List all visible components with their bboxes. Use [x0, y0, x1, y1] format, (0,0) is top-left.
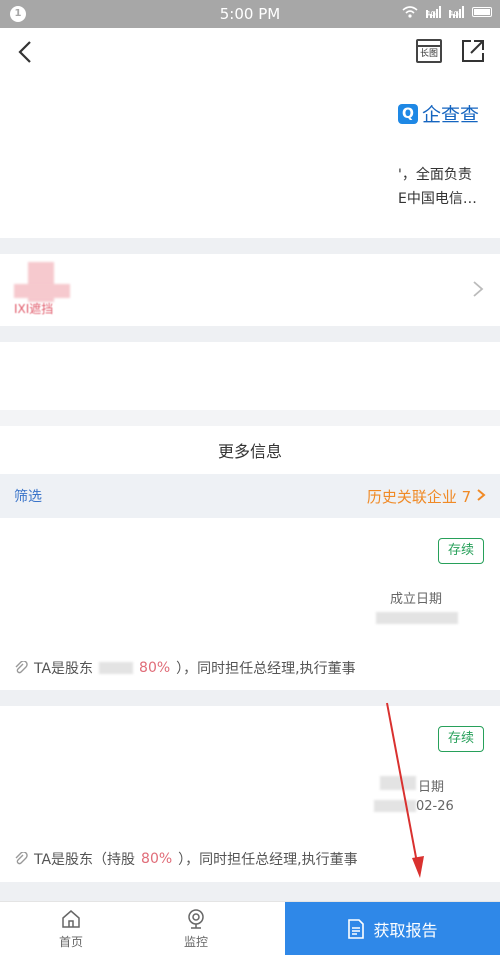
filter-bar: 筛选 历史关联企业 7: [0, 474, 500, 518]
founded-date-label: 成立日期: [390, 592, 443, 607]
divider: [0, 238, 500, 254]
qichacha-logo-icon: Q: [398, 103, 418, 124]
founded-date-label: 日期: [418, 780, 445, 795]
bottom-tab-bar: 首页 监控 获取报告: [0, 901, 500, 955]
status-badge: 存续: [438, 538, 484, 564]
founded-date-value: 02-26: [416, 799, 454, 814]
divider: [0, 410, 500, 426]
get-report-button[interactable]: 获取报告: [285, 902, 500, 955]
signal-icon-2: 4G: [449, 6, 464, 18]
paperclip-icon: [15, 661, 28, 674]
intro-line-1: '，全面负责: [398, 167, 472, 183]
blurred-date: [376, 612, 458, 624]
share-icon[interactable]: [460, 38, 486, 64]
blurred-text: [380, 776, 416, 790]
company-card[interactable]: 存续 日期 02-26 TA是股东（持股 80% ），同时担任总经理,执行董事: [0, 706, 500, 882]
relation-text: TA是股东（持股 80% ），同时担任总经理,执行董事: [14, 849, 358, 869]
signal-icon: 4G: [426, 6, 441, 18]
person-row[interactable]: IXI遮挡: [0, 254, 500, 326]
brand-logo: Q 企查查: [398, 100, 479, 127]
battery-icon: [472, 7, 492, 17]
blurred-text: [99, 662, 134, 674]
divider: [0, 326, 500, 342]
chevron-right-icon: [473, 281, 484, 297]
document-icon: [348, 919, 365, 939]
blurred-date: [374, 800, 416, 812]
tab-monitor[interactable]: 监控: [161, 908, 231, 950]
divider: [0, 690, 500, 706]
long-image-button[interactable]: 长图: [416, 39, 442, 63]
blurred-name: IXI遮挡: [14, 302, 54, 316]
filter-button[interactable]: 筛选: [14, 486, 42, 506]
top-toolbar: 长图: [0, 28, 500, 76]
company-card[interactable]: 存续 成立日期 TA是股东 80% ），同时担任总经理,执行董事: [0, 518, 500, 690]
relation-text: TA是股东 80% ），同时担任总经理,执行董事: [14, 658, 356, 678]
more-info-title: 更多信息: [217, 442, 282, 461]
home-icon: [62, 910, 80, 928]
divider: [0, 882, 500, 901]
tab-home[interactable]: 首页: [36, 908, 106, 950]
paperclip-icon: [15, 852, 28, 865]
chevron-right-icon: [477, 489, 486, 501]
brand-name: 企查查: [422, 104, 480, 126]
status-bar: 1 5:00 PM 4G 4G: [0, 0, 500, 28]
intro-line-2: E中国电信…: [398, 191, 477, 207]
wifi-icon: [402, 6, 418, 18]
camera-icon: [188, 909, 204, 929]
back-arrow-icon[interactable]: [12, 36, 40, 68]
blurred-block: [14, 284, 70, 298]
history-companies-link[interactable]: 历史关联企业 7: [367, 486, 486, 507]
status-badge: 存续: [438, 726, 484, 752]
status-icons: 4G 4G: [402, 6, 492, 18]
